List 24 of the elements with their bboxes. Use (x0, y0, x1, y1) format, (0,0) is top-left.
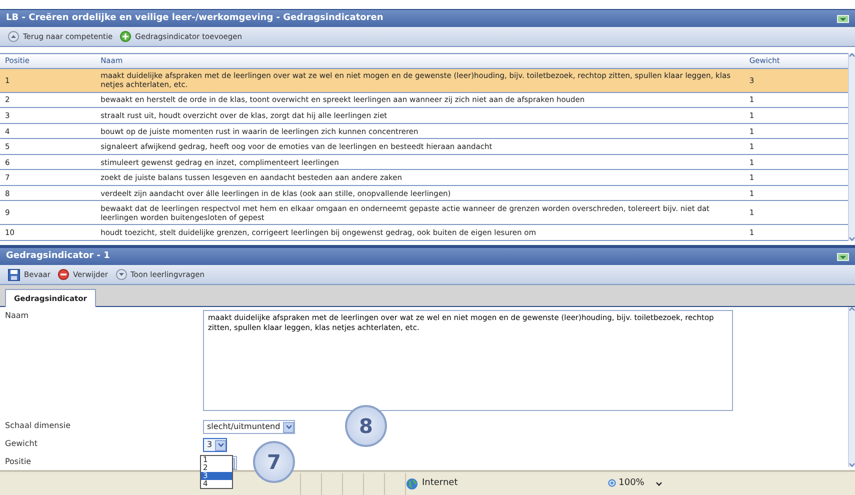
scroll-down-icon[interactable] (849, 463, 855, 467)
field-label: Positie (5, 456, 32, 468)
globe-icon (406, 478, 418, 490)
zoom-control[interactable]: 100% (608, 476, 644, 490)
callout-number: 7 (253, 441, 295, 483)
dropdown[interactable]: slecht/uitmuntend (203, 420, 296, 434)
callout-number: 8 (345, 405, 387, 447)
panel-title: LB - Creëren ordelijke en veilige leer-/werkomgeving - Gedragsindicatoren (6, 12, 384, 25)
field-label: Naam (5, 310, 30, 322)
scrollbar[interactable] (848, 307, 855, 467)
scroll-down-icon[interactable] (849, 237, 855, 241)
collapse-icon[interactable] (837, 252, 849, 260)
panel-title: Gedragsindicator - 1 (6, 250, 110, 263)
dropdown[interactable]: 3 (203, 438, 228, 452)
scrollbar[interactable] (848, 53, 855, 241)
zone-label: Internet (422, 476, 458, 490)
delete-icon (58, 269, 69, 280)
collapse-icon[interactable] (837, 14, 849, 22)
scroll-up-icon[interactable] (849, 307, 855, 311)
field-label: Gewicht (5, 438, 38, 450)
add-icon (120, 31, 132, 42)
field-label: Schaal dimensie (5, 420, 72, 432)
zoom-icon (608, 479, 617, 488)
scroll-up-icon[interactable] (849, 53, 855, 57)
